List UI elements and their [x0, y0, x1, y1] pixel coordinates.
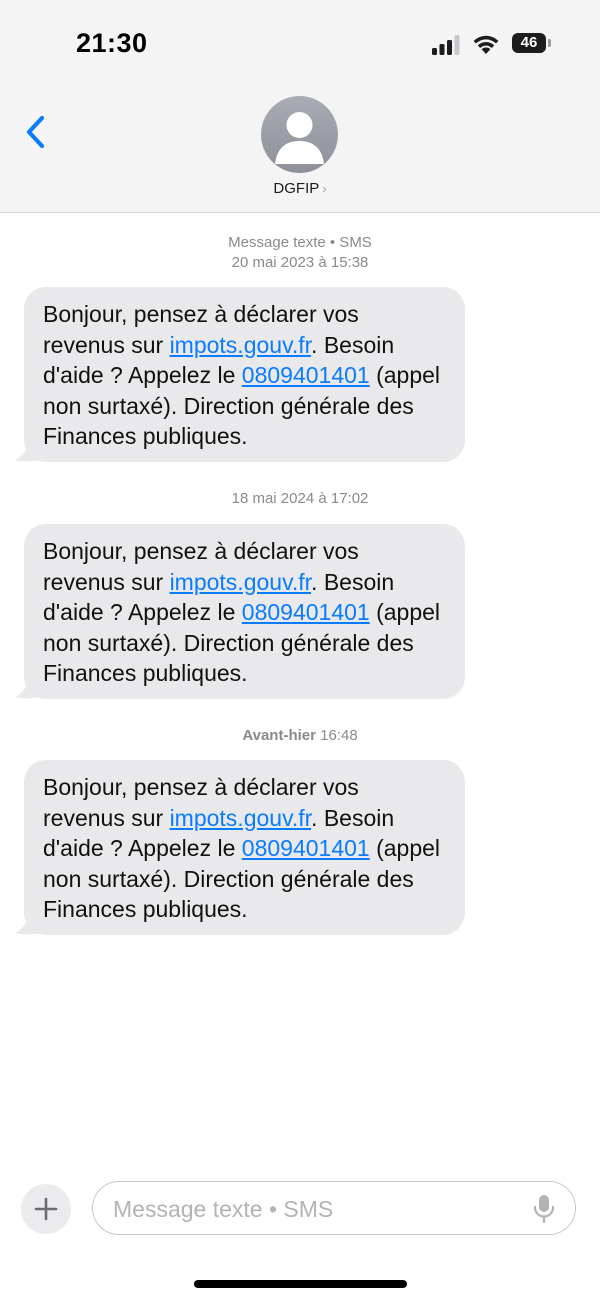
website-link[interactable]: impots.gouv.fr — [170, 332, 311, 358]
timestamp-service-label: Message texte • SMS — [228, 234, 372, 251]
timestamp-date: 18 mai 2024 à 17:02 — [231, 490, 369, 507]
cellular-signal-icon — [432, 35, 460, 55]
website-link[interactable]: impots.gouv.fr — [170, 569, 311, 595]
contact-name: DGFIP — [273, 180, 320, 197]
phone-link[interactable]: 0809401401 — [242, 835, 370, 861]
back-button[interactable] — [20, 110, 56, 154]
battery-icon: 46 — [512, 33, 551, 53]
message-bubble[interactable]: Bonjour, pensez à déclarer vos revenus s… — [24, 524, 465, 699]
message-bubble[interactable]: Bonjour, pensez à déclarer vos revenus s… — [24, 760, 465, 935]
message-timestamp: 20 mai 2023 à 15:38 — [0, 253, 600, 273]
timestamp-relative-day: Avant-hier — [242, 727, 316, 744]
plus-icon — [34, 1197, 58, 1221]
message-bubble[interactable]: Bonjour, pensez à déclarer vos revenus s… — [24, 287, 465, 462]
chevron-left-icon — [26, 115, 45, 149]
microphone-icon[interactable] — [533, 1194, 555, 1224]
contact-name-button[interactable]: DGFIP › — [0, 180, 600, 197]
battery-level: 46 — [520, 34, 538, 51]
status-time: 21:30 — [76, 28, 148, 58]
message-timestamp: Message texte • SMS — [0, 233, 600, 253]
message-timestamp: Avant-hier 16:48 — [0, 726, 600, 746]
conversation-header: 21:30 46 DGFIP › — [0, 0, 600, 213]
chevron-right-icon: › — [322, 181, 327, 196]
home-indicator[interactable] — [194, 1280, 407, 1288]
message-text-input[interactable] — [111, 1192, 515, 1226]
person-icon — [275, 112, 324, 164]
message-timestamp: 18 mai 2024 à 17:02 — [0, 489, 600, 509]
message-composer[interactable] — [92, 1181, 576, 1235]
contact-avatar[interactable] — [261, 96, 338, 173]
timestamp-date: 20 mai 2023 à 15:38 — [231, 254, 369, 271]
timestamp-time: 16:48 — [315, 727, 358, 744]
phone-link[interactable]: 0809401401 — [242, 599, 370, 625]
phone-link[interactable]: 0809401401 — [242, 362, 370, 388]
website-link[interactable]: impots.gouv.fr — [170, 805, 311, 831]
wifi-icon — [473, 35, 499, 54]
apps-plus-button[interactable] — [21, 1184, 71, 1234]
